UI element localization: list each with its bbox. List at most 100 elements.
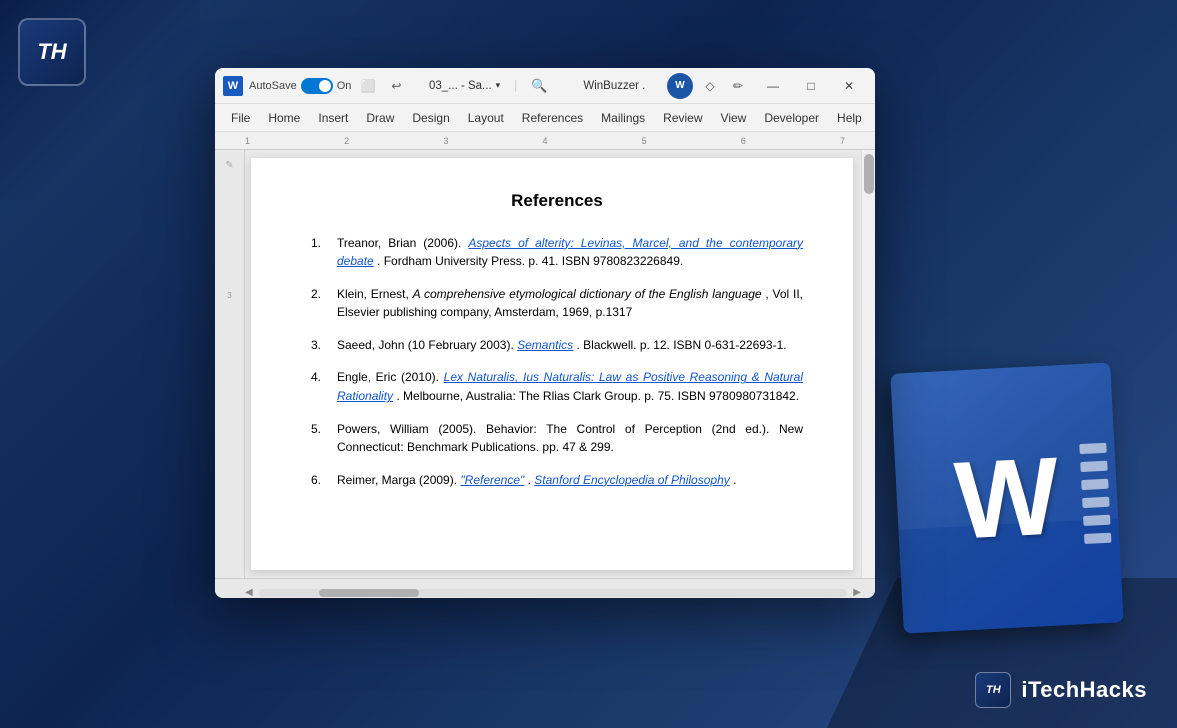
brand-name: iTechHacks	[1021, 677, 1147, 703]
brand-logo-small: TH	[975, 672, 1011, 708]
list-item: 5. Powers, William (2005). Behavior: The…	[311, 420, 803, 457]
autosave-state: On	[337, 80, 352, 92]
ribbon-menu: File Home Insert Draw Design Layout Refe…	[215, 104, 875, 132]
edit-icon: ✎	[225, 160, 233, 171]
ref2-title: A comprehensive etymological dictionary …	[413, 287, 762, 301]
ref5-text: Powers, William (2005). Behavior: The Co…	[337, 422, 803, 455]
autosave-section: AutoSave On	[249, 78, 351, 94]
list-item: 3. Saeed, John (10 February 2003). Seman…	[311, 336, 803, 355]
save-icon[interactable]: ⬜	[357, 75, 379, 97]
avatar-initial: W	[675, 80, 684, 91]
word-line-5	[1083, 515, 1110, 526]
reference-list: 1. Treanor, Brian (2006). Aspects of alt…	[311, 234, 803, 490]
word-line-4	[1082, 497, 1109, 508]
minimize-button[interactable]: —	[755, 72, 791, 100]
comment-icon[interactable]: 💬	[872, 106, 875, 130]
ref-content-2: Klein, Ernest, A comprehensive etymologi…	[337, 285, 803, 322]
pen-icon: ✏	[727, 75, 749, 97]
word-line-1	[1079, 443, 1106, 454]
ref-content-3: Saeed, John (10 February 2003). Semantic…	[337, 336, 803, 355]
word-logo-icon: W	[223, 76, 243, 96]
ref-num-5: 5.	[311, 420, 329, 457]
ref4-rest: . Melbourne, Australia: The Rlias Clark …	[396, 389, 799, 403]
ref1-author: Treanor, Brian (2006).	[337, 236, 468, 250]
menu-help[interactable]: Help	[829, 107, 870, 129]
ruler: 1 2 3 4 5 6 7	[215, 132, 875, 150]
ref4-author: Engle, Eric (2010).	[337, 370, 444, 384]
menu-view[interactable]: View	[713, 107, 755, 129]
menu-file[interactable]: File	[223, 107, 258, 129]
references-heading: References	[311, 188, 803, 214]
list-item: 6. Reimer, Marga (2009). "Reference" . S…	[311, 471, 803, 490]
scroll-track-h[interactable]	[259, 589, 848, 597]
diamond-icon: ◇	[699, 75, 721, 97]
document-area: ✎ 3 References 1. Treanor, Brian (2006).…	[215, 150, 875, 578]
autosave-label: AutoSave	[249, 80, 297, 92]
menu-layout[interactable]: Layout	[460, 107, 512, 129]
menu-developer[interactable]: Developer	[756, 107, 827, 129]
toggle-circle	[319, 80, 331, 92]
menu-draw[interactable]: Draw	[358, 107, 402, 129]
undo-icon[interactable]: ↩	[385, 75, 407, 97]
word-line-3	[1081, 479, 1108, 490]
logo: TH	[18, 18, 86, 86]
ref3-author: Saeed, John (10 February 2003).	[337, 338, 517, 352]
ribbon-right: 💬 ⊡	[872, 104, 875, 132]
ref6-link2[interactable]: Stanford Encyclopedia of Philosophy	[534, 473, 729, 487]
scroll-thumb-h	[319, 589, 419, 597]
menu-mailings[interactable]: Mailings	[593, 107, 653, 129]
menu-review[interactable]: Review	[655, 107, 710, 129]
ref3-rest: . Blackwell. p. 12. ISBN 0-631-22693-1.	[577, 338, 787, 352]
close-button[interactable]: ✕	[831, 72, 867, 100]
menu-insert[interactable]: Insert	[310, 107, 356, 129]
ref-content-6: Reimer, Marga (2009). "Reference" . Stan…	[337, 471, 803, 490]
list-item: 1. Treanor, Brian (2006). Aspects of alt…	[311, 234, 803, 271]
ref-num-3: 3.	[311, 336, 329, 355]
word-icon-large: W	[897, 368, 1117, 628]
title-bar: W AutoSave On ⬜ ↩ 03_... - Sa... ▾ | 🔍 W…	[215, 68, 875, 104]
word-w-letter: W	[952, 432, 1062, 564]
word-lines	[1075, 362, 1124, 623]
scroll-left-btn[interactable]: ◀	[245, 587, 253, 598]
ruler-marks: 1 2 3 4 5 6 7	[245, 136, 845, 146]
dropdown-icon[interactable]: ▾	[496, 80, 501, 91]
scroll-thumb[interactable]	[864, 154, 874, 194]
ref1-rest: . Fordham University Press. p. 41. ISBN …	[377, 254, 683, 268]
ruler-mark-6: 6	[741, 136, 746, 146]
ruler-mark-2: 2	[344, 136, 349, 146]
ref-content-4: Engle, Eric (2010). Lex Naturalis, Ius N…	[337, 368, 803, 405]
ruler-mark-3: 3	[443, 136, 448, 146]
search-icon: 🔍	[531, 78, 547, 94]
ruler-mark-1: 1	[245, 136, 250, 146]
ref-content-1: Treanor, Brian (2006). Aspects of alteri…	[337, 234, 803, 271]
ruler-mark-7: 7	[840, 136, 845, 146]
ref6-link1[interactable]: "Reference"	[460, 473, 524, 487]
brand-initials: TH	[986, 684, 1001, 696]
window-controls: — □ ✕	[755, 72, 867, 100]
filename-section: 03_... - Sa... ▾ | 🔍 WinBuzzer .	[413, 78, 661, 94]
ref-num-4: 4.	[311, 368, 329, 405]
ruler-mark-5: 5	[642, 136, 647, 146]
ref6-author: Reimer, Marga (2009).	[337, 473, 460, 487]
ref6-end: .	[733, 473, 736, 487]
menu-home[interactable]: Home	[260, 107, 308, 129]
ref3-link[interactable]: Semantics	[517, 338, 573, 352]
left-bar-marker-3: 3	[227, 291, 231, 300]
brand-footer: TH iTechHacks	[975, 672, 1147, 708]
scroll-right-btn[interactable]: ▶	[853, 587, 861, 598]
autosave-toggle[interactable]	[301, 78, 333, 94]
word-window: W AutoSave On ⬜ ↩ 03_... - Sa... ▾ | 🔍 W…	[215, 68, 875, 598]
menu-references[interactable]: References	[514, 107, 591, 129]
right-scrollbar[interactable]	[861, 150, 875, 578]
document-page[interactable]: References 1. Treanor, Brian (2006). Asp…	[251, 158, 853, 570]
word-card: W	[890, 362, 1123, 633]
user-avatar[interactable]: W	[667, 73, 693, 99]
left-margin-bar: ✎ 3	[215, 150, 245, 578]
list-item: 4. Engle, Eric (2010). Lex Naturalis, Iu…	[311, 368, 803, 405]
maximize-button[interactable]: □	[793, 72, 829, 100]
list-item: 2. Klein, Ernest, A comprehensive etymol…	[311, 285, 803, 322]
menu-design[interactable]: Design	[404, 107, 457, 129]
logo-initials: TH	[37, 41, 66, 63]
word-line-2	[1080, 461, 1107, 472]
ruler-mark-4: 4	[542, 136, 547, 146]
